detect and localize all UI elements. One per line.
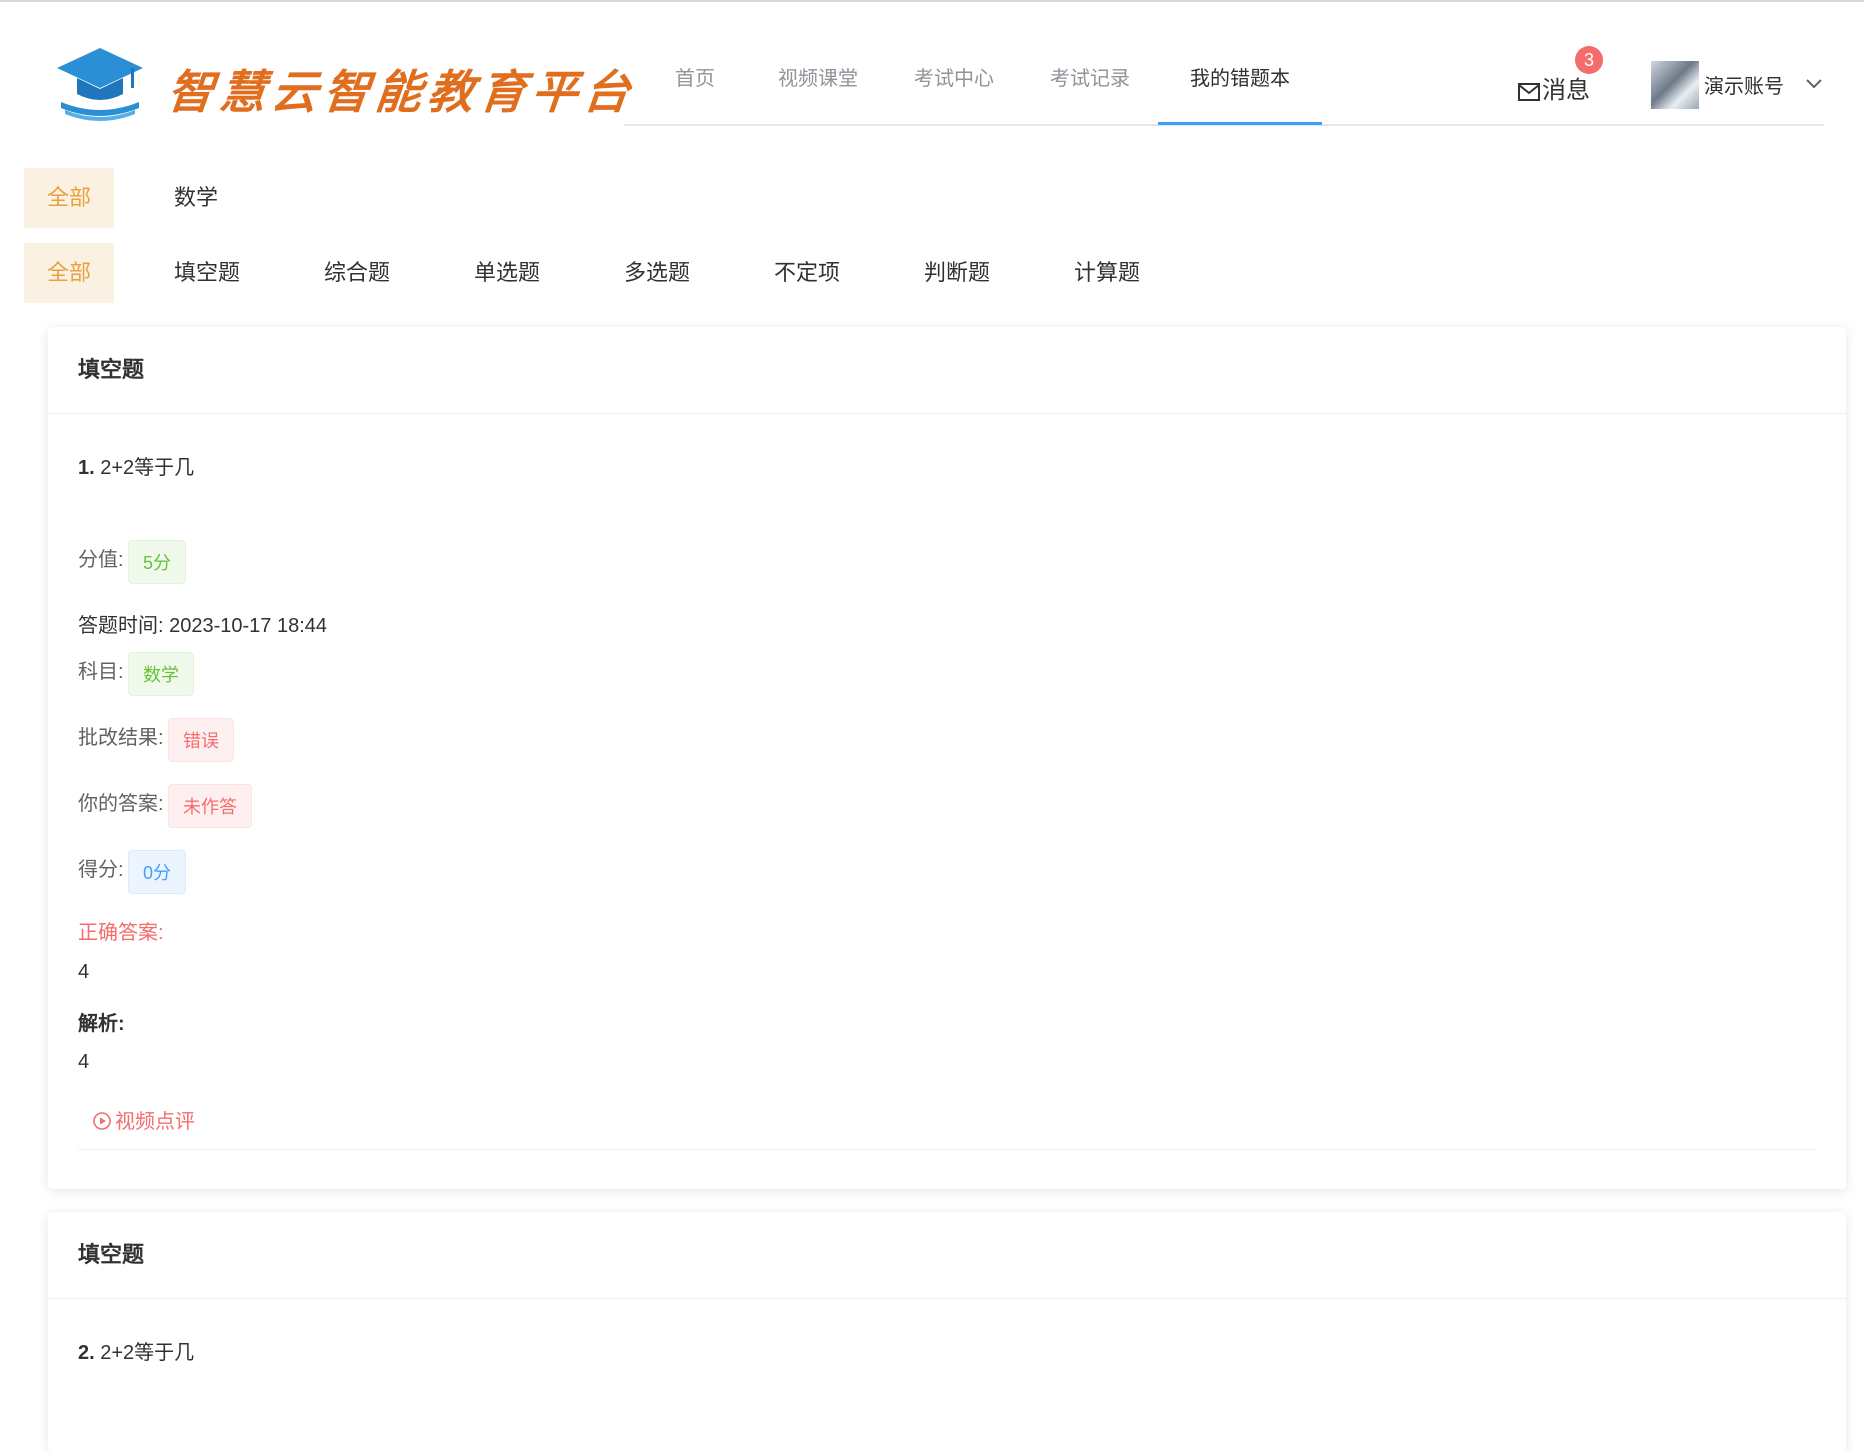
main-nav: 首页 视频课堂 考试中心 考试记录 我的错题本	[624, 48, 1824, 126]
card-section-title: 填空题	[48, 327, 1846, 414]
answer-time-label: 答题时间:	[78, 615, 164, 637]
graduation-cap-logo-icon	[55, 44, 145, 124]
analysis-label: 解析:	[78, 1013, 125, 1035]
type-single-choice[interactable]: 单选题	[474, 243, 540, 303]
chevron-down-icon[interactable]	[1806, 76, 1822, 94]
play-circle-icon	[93, 1112, 111, 1130]
type-indefinite[interactable]: 不定项	[774, 243, 840, 303]
question-card: 填空题 2. 2+2等于几	[48, 1212, 1846, 1452]
got-score-label: 得分:	[78, 859, 124, 882]
nav-wrong-questions[interactable]: 我的错题本	[1158, 48, 1322, 125]
your-answer-label: 你的答案:	[78, 793, 164, 816]
avatar[interactable]	[1651, 61, 1699, 109]
messages-count-badge: 3	[1575, 46, 1603, 74]
correct-answer-value: 4	[78, 961, 90, 983]
messages-label: 消息	[1542, 77, 1590, 104]
got-score-tag: 0分	[128, 850, 187, 894]
analysis-value: 4	[78, 1051, 90, 1073]
type-all[interactable]: 全部	[24, 243, 114, 303]
nav-video-class[interactable]: 视频课堂	[760, 48, 876, 122]
brand-title: 智慧云智能教育平台	[164, 65, 639, 119]
score-label: 分值:	[78, 549, 124, 572]
subject-all[interactable]: 全部	[24, 168, 114, 228]
subject-filter: 全部 数学	[24, 168, 424, 228]
messages-button[interactable]: 消息	[1518, 70, 1590, 105]
nav-exam-records[interactable]: 考试记录	[1032, 48, 1148, 122]
got-score-row: 得分: 0分	[78, 850, 187, 894]
type-fill-blank[interactable]: 填空题	[174, 243, 240, 303]
result-tag: 错误	[168, 718, 235, 762]
your-answer-row: 你的答案: 未作答	[78, 784, 253, 828]
subject-math[interactable]: 数学	[174, 168, 218, 228]
question-body: 2+2等于几	[100, 457, 195, 479]
result-label: 批改结果:	[78, 727, 164, 750]
nav-home[interactable]: 首页	[650, 48, 740, 122]
answer-time-row: 答题时间: 2023-10-17 18:44	[78, 609, 327, 638]
type-comprehensive[interactable]: 综合题	[324, 243, 390, 303]
type-multiple-choice[interactable]: 多选题	[624, 243, 690, 303]
video-review-label: 视频点评	[115, 1111, 195, 1133]
video-review-link[interactable]: 视频点评	[93, 1105, 195, 1134]
correct-answer-label: 正确答案:	[78, 922, 164, 944]
question-number: 2.	[78, 1342, 95, 1364]
subject-label: 科目:	[78, 661, 124, 684]
score-tag: 5分	[128, 540, 187, 584]
your-answer-tag: 未作答	[168, 784, 253, 828]
question-number: 1.	[78, 457, 95, 479]
answer-time-value: 2023-10-17 18:44	[169, 615, 328, 637]
card-section-title: 填空题	[48, 1212, 1846, 1299]
question-text: 2. 2+2等于几	[78, 1336, 194, 1365]
card-divider	[78, 1149, 1816, 1150]
type-true-false[interactable]: 判断题	[924, 243, 990, 303]
question-body: 2+2等于几	[100, 1342, 195, 1364]
type-filter: 全部 填空题 综合题 单选题 多选题 不定项 判断题 计算题	[24, 243, 1224, 303]
subject-tag: 数学	[128, 652, 195, 696]
top-border	[0, 0, 1864, 2]
nav-exam-center[interactable]: 考试中心	[896, 48, 1012, 122]
result-row: 批改结果: 错误	[78, 718, 235, 762]
question-card: 填空题 1. 2+2等于几 分值: 5分 答题时间: 2023-10-17 18…	[48, 327, 1846, 1189]
user-name[interactable]: 演示账号	[1704, 70, 1784, 99]
score-row: 分值: 5分	[78, 540, 187, 584]
question-text: 1. 2+2等于几	[78, 451, 194, 480]
type-calculation[interactable]: 计算题	[1074, 243, 1140, 303]
mail-icon	[1518, 82, 1540, 101]
subject-row: 科目: 数学	[78, 652, 195, 696]
